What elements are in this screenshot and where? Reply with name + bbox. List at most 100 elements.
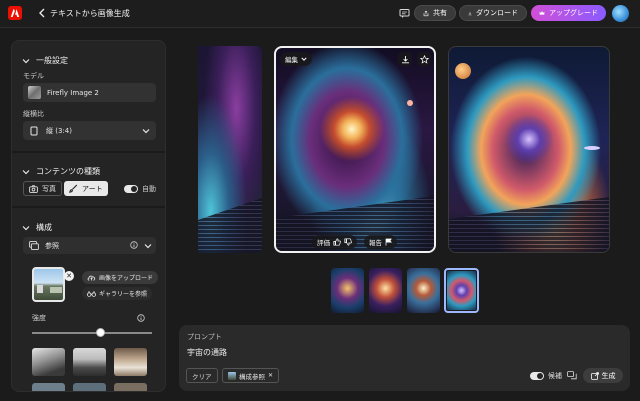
composition-thumbnail[interactable] xyxy=(32,348,65,376)
compare-icon[interactable] xyxy=(567,371,577,380)
strength-label: 強度 xyxy=(32,314,46,322)
aspect-ratio-value: 縦 (3:4) xyxy=(46,126,72,135)
image-planet xyxy=(455,63,471,79)
remove-chip-icon[interactable]: ✕ xyxy=(268,372,273,379)
model-select[interactable]: Firefly Image 2 xyxy=(23,83,156,102)
user-avatar[interactable] xyxy=(612,5,629,22)
composition-thumbnail[interactable] xyxy=(114,348,147,376)
candidates-toggle[interactable] xyxy=(530,372,544,380)
candidates-label: 候補 xyxy=(548,372,562,380)
rate-label: 評価 xyxy=(317,239,330,247)
favorite-button[interactable] xyxy=(417,52,431,66)
brush-icon xyxy=(69,184,78,193)
prompt-bar: プロンプト 宇宙の通路 クリア 構成参照 ✕ 候補 生成 xyxy=(179,325,630,391)
divider xyxy=(12,206,165,208)
generated-image-left[interactable] xyxy=(198,46,262,253)
image-planet xyxy=(407,100,413,106)
crown-icon xyxy=(539,11,545,15)
strength-slider-track[interactable] xyxy=(32,332,152,334)
download-button[interactable]: ダウンロード xyxy=(459,5,527,21)
generate-button[interactable]: 生成 xyxy=(583,368,623,383)
chevron-down-icon xyxy=(22,58,30,63)
aspect-ratio-label: 縦横比 xyxy=(23,110,44,118)
image-staircase xyxy=(198,198,262,253)
reference-label: 参照 xyxy=(45,242,59,250)
generated-image-selected[interactable]: 編集 評価 報告 xyxy=(274,46,436,253)
reference-image-icon xyxy=(29,241,39,250)
composition-reference-label: 構成参照 xyxy=(239,372,265,381)
auto-toggle[interactable] xyxy=(124,185,138,193)
chevron-down-icon xyxy=(142,129,150,134)
edit-menu-button[interactable]: 編集 xyxy=(280,52,312,66)
share-button[interactable]: 共有 xyxy=(414,5,456,21)
art-label: アート xyxy=(82,184,103,193)
art-option[interactable]: アート xyxy=(64,181,108,196)
composition-heading: 構成 xyxy=(36,223,52,232)
auto-label: 自動 xyxy=(142,185,156,193)
content-type-heading: コンテンツの種類 xyxy=(36,167,100,176)
composition-thumbnail[interactable] xyxy=(32,383,65,391)
camera-icon xyxy=(29,184,38,193)
info-icon[interactable] xyxy=(130,241,138,249)
thumbs-down-icon[interactable] xyxy=(344,238,352,246)
report-button[interactable]: 報告 xyxy=(364,235,397,249)
model-thumbnail xyxy=(28,86,41,99)
back-chevron-icon[interactable] xyxy=(37,7,47,19)
remove-reference-button[interactable]: ✕ xyxy=(64,271,74,281)
reference-row[interactable]: 参照 xyxy=(23,237,156,254)
model-label: モデル xyxy=(23,72,44,80)
adobe-logo[interactable] xyxy=(8,6,22,20)
composition-thumbnail[interactable] xyxy=(73,383,106,391)
info-icon[interactable] xyxy=(137,314,145,322)
content-type-header[interactable]: コンテンツの種類 xyxy=(22,166,100,177)
divider xyxy=(12,151,165,153)
top-bar: テキストから画像生成 共有 ダウンロード アップグレード xyxy=(0,0,640,28)
chevron-down-icon xyxy=(301,57,307,61)
portrait-icon xyxy=(30,126,38,135)
generated-image-right[interactable] xyxy=(448,46,610,253)
generate-icon xyxy=(590,371,599,380)
cloud-upload-icon xyxy=(87,275,96,281)
reference-image-structure xyxy=(50,287,62,293)
thumbs-up-icon[interactable] xyxy=(333,238,341,246)
generate-label: 生成 xyxy=(601,371,616,380)
variation-thumbnail-4[interactable] xyxy=(444,268,479,313)
reference-image[interactable] xyxy=(32,267,65,302)
download-icon xyxy=(401,55,409,63)
variation-thumbnail-3[interactable] xyxy=(407,268,440,313)
composition-thumbnail[interactable] xyxy=(114,383,147,391)
download-icon xyxy=(468,11,472,15)
share-label: 共有 xyxy=(433,9,447,17)
photo-label: 写真 xyxy=(42,184,56,193)
photo-option[interactable]: 写真 xyxy=(23,181,62,196)
download-image-button[interactable] xyxy=(398,52,412,66)
image-planet xyxy=(584,146,600,150)
variation-thumbnail-1[interactable] xyxy=(331,268,364,313)
flag-icon xyxy=(385,238,392,246)
report-label: 報告 xyxy=(369,239,382,247)
chevron-down-icon xyxy=(22,225,30,230)
upload-image-label: 画像をアップロード xyxy=(99,275,154,282)
reference-image-building xyxy=(37,285,43,293)
model-value: Firefly Image 2 xyxy=(47,88,99,97)
chevron-down-icon xyxy=(22,169,30,174)
composition-header[interactable]: 構成 xyxy=(22,222,52,233)
upgrade-label: アップグレード xyxy=(549,9,598,17)
browse-gallery-button[interactable]: ギャラリーを参照 xyxy=(82,287,153,300)
strength-slider-handle[interactable] xyxy=(96,328,105,337)
page-title: テキストから画像生成 xyxy=(50,9,130,18)
clear-button[interactable]: クリア xyxy=(186,368,218,383)
prompt-input[interactable]: 宇宙の通路 xyxy=(187,347,227,358)
upload-image-button[interactable]: 画像をアップロード xyxy=(82,271,159,284)
edit-label: 編集 xyxy=(285,56,298,64)
composition-reference-chip[interactable]: 構成参照 ✕ xyxy=(222,368,280,383)
upgrade-button[interactable]: アップグレード xyxy=(531,5,606,21)
variation-thumbnail-2[interactable] xyxy=(369,268,402,313)
feedback-icon[interactable] xyxy=(399,8,410,19)
general-settings-header[interactable]: 一般設定 xyxy=(22,55,68,66)
chevron-down-icon[interactable] xyxy=(144,242,152,250)
binoculars-icon xyxy=(87,291,96,297)
composition-thumbnail[interactable] xyxy=(73,348,106,376)
aspect-ratio-select[interactable]: 縦 (3:4) xyxy=(23,121,156,140)
reference-chip-thumbnail xyxy=(228,371,236,380)
